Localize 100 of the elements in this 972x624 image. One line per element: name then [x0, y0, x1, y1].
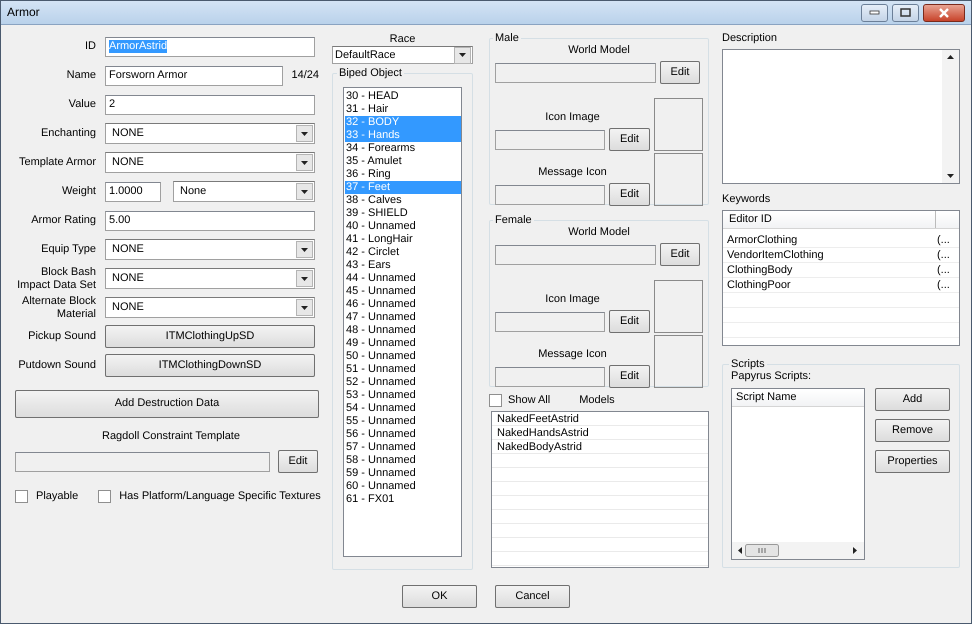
list-item[interactable]: 61 - FX01 [345, 493, 461, 506]
list-item[interactable]: NakedFeetAstrid [497, 412, 708, 426]
table-cell: (... [937, 264, 950, 278]
text-area[interactable] [722, 49, 960, 184]
sound-button[interactable]: ITMClothingDownSD [105, 354, 315, 377]
list-item[interactable]: 57 - Unnamed [345, 441, 461, 454]
dropdown-arrow-icon[interactable] [300, 246, 309, 254]
dropdown[interactable]: NONE [105, 297, 315, 318]
scrollbar[interactable] [732, 542, 864, 559]
list-item[interactable]: 36 - Ring [345, 168, 461, 182]
dialog-button[interactable]: OK [402, 585, 477, 608]
minimize-icon[interactable] [869, 10, 880, 16]
dropdown-arrow-icon[interactable] [300, 188, 309, 196]
list-item[interactable]: 42 - Circlet [345, 246, 461, 260]
list-item[interactable]: NakedBodyAstrid [497, 440, 708, 454]
group-title: Biped Object [338, 67, 403, 80]
list-item[interactable]: 41 - LongHair [345, 233, 461, 246]
input-field[interactable]: 2 [105, 94, 315, 114]
checkbox[interactable] [98, 490, 112, 504]
list-item[interactable]: 47 - Unnamed [345, 311, 461, 324]
edit-button[interactable]: Edit [609, 310, 650, 334]
dropdown-arrow-icon[interactable] [300, 304, 309, 312]
input-field[interactable]: 1.0000 [105, 182, 161, 202]
dropdown-arrow-icon[interactable] [300, 274, 309, 282]
character-counter: 14/24 [291, 68, 319, 82]
close-icon[interactable] [938, 8, 950, 18]
input-field[interactable] [495, 366, 605, 387]
list-item[interactable]: 35 - Amulet [345, 155, 461, 168]
checkbox[interactable] [15, 490, 28, 504]
input-field[interactable] [495, 184, 605, 205]
dropdown[interactable]: NONE [105, 152, 315, 173]
list-item[interactable]: 55 - Unnamed [345, 415, 461, 428]
image-preview [654, 98, 703, 152]
edit-button[interactable]: Edit [660, 243, 700, 266]
close-button[interactable] [923, 4, 965, 22]
maximize-icon[interactable] [900, 8, 911, 17]
scroll-thumb-icon[interactable] [745, 544, 779, 557]
dropdown[interactable]: NONE [105, 239, 315, 260]
list-item[interactable]: 40 - Unnamed [345, 220, 461, 234]
edit-button[interactable]: Edit [609, 183, 650, 206]
list-item[interactable]: 45 - Unnamed [345, 285, 461, 298]
list-item[interactable]: 51 - Unnamed [345, 363, 461, 376]
field-label: Papyrus Scripts: [731, 370, 812, 384]
dropdown-arrow-icon[interactable] [458, 51, 467, 60]
list-item[interactable]: 56 - Unnamed [345, 428, 461, 442]
minimize-button[interactable] [861, 4, 888, 22]
scrollbar[interactable] [942, 50, 959, 184]
script-button[interactable]: Add [875, 388, 950, 411]
list-item[interactable]: 46 - Unnamed [345, 298, 461, 312]
section-label: Ragdoll Constraint Template [101, 430, 241, 444]
field-label: Pickup Sound [27, 330, 97, 343]
list-item[interactable]: 58 - Unnamed [345, 454, 461, 468]
arrow-down-icon[interactable] [946, 172, 955, 180]
checkbox[interactable] [489, 394, 502, 408]
window-title: Armor [7, 5, 40, 20]
list-item[interactable]: 59 - Unnamed [345, 467, 461, 480]
sound-button[interactable]: ITMClothingUpSD [105, 325, 315, 348]
group-title: Male [494, 32, 520, 44]
list-item[interactable]: 43 - Ears [345, 259, 461, 272]
input-field[interactable] [495, 62, 656, 83]
input-field[interactable]: 5.00 [105, 210, 315, 230]
field-label: Alternate Block Material [21, 295, 97, 320]
arrow-left-icon[interactable] [736, 546, 745, 554]
add-destruction-button[interactable]: Add Destruction Data [15, 390, 319, 418]
list-item[interactable]: 34 - Forearms [345, 142, 461, 156]
script-button[interactable]: Properties [875, 450, 950, 473]
list-item[interactable]: 50 - Unnamed [345, 350, 461, 364]
table-cell-text: VendorItemClothing [726, 249, 825, 262]
list-item[interactable]: 38 - Calves [345, 194, 461, 208]
input-field[interactable] [495, 130, 605, 150]
list-item[interactable]: 49 - Unnamed [345, 337, 461, 350]
script-button[interactable]: Remove [875, 418, 950, 442]
edit-button[interactable]: Edit [660, 61, 700, 84]
list-item[interactable]: 30 - HEAD [345, 90, 461, 104]
dialog-button[interactable]: Cancel [495, 585, 570, 608]
dropdown-arrow-icon[interactable] [300, 130, 309, 138]
maximize-button[interactable] [892, 4, 919, 22]
edit-button[interactable]: Edit [609, 365, 650, 388]
dropdown[interactable]: NONE [105, 123, 315, 144]
dropdown[interactable]: DefaultRace [332, 46, 473, 64]
input-field[interactable] [495, 244, 656, 265]
dropdown-arrow-icon[interactable] [300, 158, 309, 166]
list-item[interactable]: 44 - Unnamed [345, 272, 461, 286]
list-item[interactable]: 52 - Unnamed [345, 376, 461, 390]
list-item[interactable]: 39 - SHIELD [345, 207, 461, 220]
list-item[interactable]: 48 - Unnamed [345, 324, 461, 338]
dropdown[interactable]: None [173, 181, 315, 202]
list-item[interactable]: 53 - Unnamed [345, 389, 461, 402]
edit-button[interactable]: Edit [609, 128, 650, 152]
list-item[interactable]: 31 - Hair [345, 103, 461, 116]
edit-button[interactable]: Edit [278, 450, 318, 474]
list-item[interactable]: 54 - Unnamed [345, 402, 461, 416]
arrow-up-icon[interactable] [946, 53, 955, 62]
input-field[interactable] [15, 452, 270, 472]
field-label: Enchanting [40, 127, 97, 140]
input-field[interactable] [495, 312, 605, 332]
list-item[interactable]: NakedHandsAstrid [497, 426, 708, 440]
dropdown[interactable]: NONE [105, 268, 315, 289]
list-item[interactable]: 60 - Unnamed [345, 480, 461, 494]
input-field[interactable]: Forsworn Armor [105, 66, 284, 86]
